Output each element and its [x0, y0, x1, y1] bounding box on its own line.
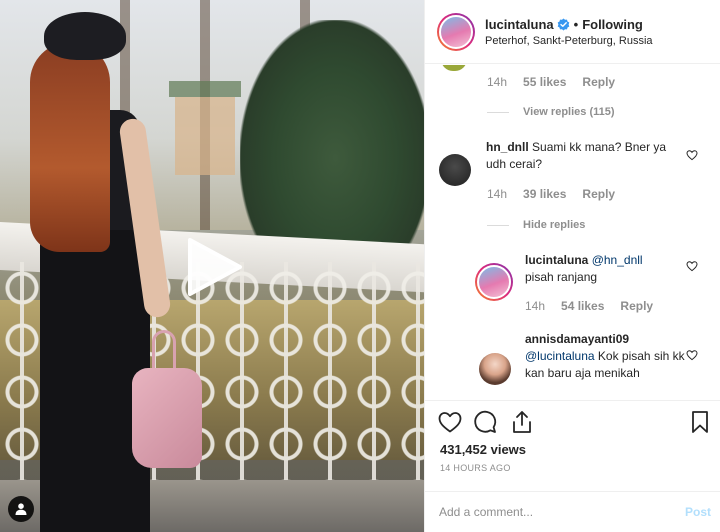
post-author: lucintaluna • Following: [485, 17, 643, 34]
mention-link[interactable]: @lucintaluna: [525, 349, 595, 363]
user-tag-icon[interactable]: [8, 496, 34, 522]
comment-meta: 14h 55 likes Reply: [487, 75, 615, 89]
comment-time: 14h: [525, 299, 546, 313]
comment-likes[interactable]: 54 likes: [561, 299, 604, 313]
comment-time: 14h: [487, 75, 508, 89]
woman-hat: [44, 12, 126, 60]
post-header: lucintaluna • Following Peterhof, Sankt-Pe…: [425, 0, 720, 64]
post-video[interactable]: [0, 0, 424, 532]
reply-text: lucintaluna @hn_dnll pisah ranjang: [525, 252, 685, 286]
reply-button[interactable]: Reply: [620, 299, 653, 313]
comment-username[interactable]: lucintaluna: [525, 253, 588, 267]
share-icon[interactable]: [509, 409, 535, 435]
bookmark-icon[interactable]: [687, 409, 713, 435]
pine-tree: [240, 20, 424, 250]
avatar[interactable]: [479, 353, 511, 385]
pink-backpack: [132, 368, 202, 468]
comment-body: pisah ranjang: [525, 270, 598, 284]
comments-list[interactable]: 14h 55 likes Reply View replies (115) hn_d…: [425, 65, 720, 400]
comment-likes[interactable]: 55 likes: [523, 75, 566, 89]
background-building: [169, 81, 241, 175]
post-sidebar: lucintaluna • Following Peterhof, Sankt-Pe…: [424, 0, 720, 532]
comment-composer: Post: [425, 491, 720, 532]
comment-time: 14h: [487, 187, 508, 201]
comment-likes[interactable]: 39 likes: [523, 187, 566, 201]
following-button[interactable]: Following: [582, 17, 643, 32]
hide-replies-button[interactable]: Hide replies: [487, 219, 585, 231]
heart-icon[interactable]: [686, 349, 698, 361]
view-replies-button[interactable]: View replies (115): [487, 106, 615, 118]
avatar[interactable]: [475, 263, 513, 301]
reply-button[interactable]: Reply: [582, 75, 615, 89]
post-comment-button[interactable]: Post: [685, 505, 711, 519]
avatar[interactable]: [437, 13, 475, 51]
view-count[interactable]: 431,452 views: [440, 442, 526, 457]
comment-input[interactable]: [439, 500, 669, 524]
heart-icon[interactable]: [437, 409, 463, 435]
separator-dot: •: [573, 17, 579, 32]
woman-hair: [30, 42, 110, 252]
username-link[interactable]: lucintaluna: [485, 17, 554, 32]
post-timestamp[interactable]: 14 HOURS AGO: [440, 463, 511, 473]
comment-meta: 14h 54 likes Reply: [525, 299, 653, 313]
post-actions: 431,452 views 14 HOURS AGO: [425, 400, 720, 496]
heart-icon[interactable]: [686, 260, 698, 272]
comment-text: hn_dnll Suami kk mana? Bner ya udh cerai…: [486, 139, 682, 173]
reply-button[interactable]: Reply: [582, 187, 615, 201]
avatar[interactable]: [439, 154, 471, 186]
comment-meta: 14h 39 likes Reply: [487, 187, 615, 201]
location-link[interactable]: Peterhof, Sankt-Peterburg, Russia: [485, 35, 653, 47]
reply-text: annisdamayanti09 @lucintaluna Kok pisah …: [525, 331, 705, 382]
verified-badge-icon: [557, 18, 570, 34]
avatar[interactable]: [441, 65, 467, 71]
play-icon[interactable]: [182, 236, 244, 298]
comment-username[interactable]: annisdamayanti09: [525, 332, 629, 346]
mention-link[interactable]: @hn_dnll: [592, 253, 643, 267]
comment-username[interactable]: hn_dnll: [486, 140, 529, 154]
comment-icon[interactable]: [472, 409, 498, 435]
heart-icon[interactable]: [686, 149, 698, 161]
